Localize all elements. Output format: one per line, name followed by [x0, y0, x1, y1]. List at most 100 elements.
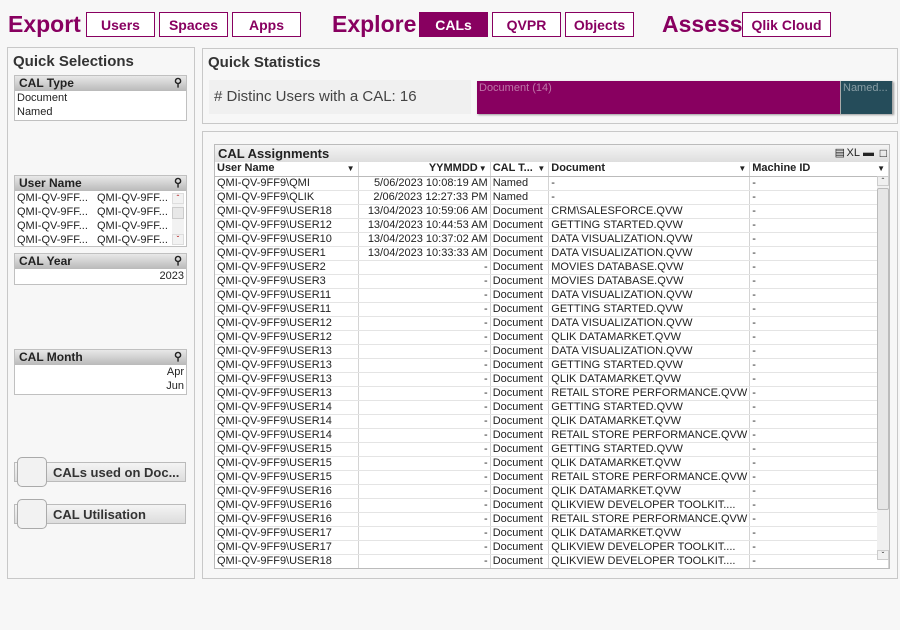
table-cell: Document	[490, 498, 550, 513]
cal-assignments-table: User Name ▼ YYMMDD ▼ CAL T... ▼ Document ▼ Machi…	[215, 162, 889, 568]
explore-cals-button[interactable]: CALs	[419, 12, 488, 37]
bar-segment[interactable]: Named...	[841, 81, 893, 114]
table-row[interactable]: QMI-QV-9FF9\USER13- Document GETTING START…	[215, 358, 889, 373]
scroll-up-icon[interactable]: ˆ	[877, 176, 889, 186]
scroll-down-icon[interactable]: ˇ	[172, 234, 184, 245]
column-header[interactable]: User Name ▼	[215, 162, 359, 177]
cal-year-listbox: CAL Year ⚲ 2023	[14, 253, 187, 285]
table-row[interactable]: QMI-QV-9FF9\USER18- Document QLIKVIEW DEVE…	[215, 554, 889, 568]
xl-export-icon[interactable]: XL	[847, 145, 860, 162]
maximize-icon[interactable]: □	[880, 145, 887, 162]
table-row[interactable]: QMI-QV-9FF9\USER2- Document MOVIES DATABAS…	[215, 260, 889, 275]
list-item[interactable]: QMI-QV-9FF...	[15, 191, 93, 205]
table-row[interactable]: QMI-QV-9FF9\USER18 13/04/2023 10:59:06 AM…	[215, 204, 889, 219]
table-row[interactable]: QMI-QV-9FF9\USER14- Document RETAIL STORE …	[215, 428, 889, 443]
table-row[interactable]: QMI-QV-9FF9\USER11- Document GETTING START…	[215, 302, 889, 317]
dropdown-arrow-icon[interactable]: ▼	[537, 162, 545, 175]
explore-qvpr-button[interactable]: QVPR	[492, 12, 561, 37]
list-item[interactable]: Jun	[15, 379, 186, 393]
table-row[interactable]: QMI-QV-9FF9\USER13- Document RETAIL STORE …	[215, 386, 889, 401]
table-cell: -	[749, 526, 889, 541]
quick-selections-title: Quick Selections	[13, 53, 134, 70]
table-cell: -	[749, 540, 889, 555]
list-item[interactable]: 2023	[15, 269, 186, 283]
table-row[interactable]: QMI-QV-9FF9\USER17- Document QLIK DATAMARK…	[215, 526, 889, 541]
table-row[interactable]: QMI-QV-9FF9\USER1 13/04/2023 10:33:33 AM D…	[215, 246, 889, 261]
column-header[interactable]: YYMMDD ▼	[358, 162, 491, 177]
cal-utilisation-button[interactable]: CAL Utilisation	[14, 499, 186, 529]
table-row[interactable]: QMI-QV-9FF9\USER12- Document QLIK DATAMARK…	[215, 330, 889, 345]
dropdown-arrow-icon[interactable]: ▼	[347, 162, 355, 175]
cal-type-header[interactable]: CAL Type ⚲	[15, 76, 186, 91]
assess-qlik-cloud-button[interactable]: Qlik Cloud	[742, 12, 831, 37]
minimize-icon[interactable]: ▬	[863, 145, 874, 162]
scroll-down-icon[interactable]: ˇ	[877, 550, 889, 560]
search-icon[interactable]: ⚲	[174, 176, 182, 191]
scroll-thumb[interactable]	[172, 207, 184, 219]
list-item[interactable]: QMI-QV-9FF...	[95, 233, 173, 247]
table-cell: -	[358, 512, 491, 527]
table-row[interactable]: QMI-QV-9FF9\USER17- Document QLIKVIEW DEVE…	[215, 540, 889, 555]
list-item[interactable]: QMI-QV-9FF...	[15, 205, 93, 219]
list-item[interactable]: QMI-QV-9FF...	[95, 219, 173, 233]
scroll-thumb[interactable]	[877, 188, 889, 510]
table-row[interactable]: QMI-QV-9FF9\QLIK 2/06/2023 12:27:33 PM Nam…	[215, 190, 889, 205]
bar-segment[interactable]: Document (14)	[477, 81, 841, 114]
table-row[interactable]: QMI-QV-9FF9\USER16- Document QLIK DATAMARK…	[215, 484, 889, 499]
search-icon[interactable]: ⚲	[174, 254, 182, 269]
table-scrollbar[interactable]: ˆ ˇ	[877, 176, 889, 560]
list-item[interactable]: Document	[15, 91, 186, 105]
table-cell: Document	[490, 484, 550, 499]
button-label: CALs used on Doc...	[53, 465, 180, 480]
list-item[interactable]: Named	[15, 105, 186, 119]
cal-month-header[interactable]: CAL Month ⚲	[15, 350, 186, 365]
column-header[interactable]: CAL T... ▼	[490, 162, 550, 177]
table-cell: -	[358, 428, 491, 443]
explore-objects-button[interactable]: Objects	[565, 12, 634, 37]
export-spaces-button[interactable]: Spaces	[159, 12, 228, 37]
list-item[interactable]: QMI-QV-9FF...	[95, 191, 173, 205]
table-cell: RETAIL STORE PERFORMANCE.QVW	[548, 512, 751, 527]
dropdown-arrow-icon[interactable]: ▼	[738, 162, 746, 175]
list-item[interactable]: QMI-QV-9FF...	[15, 233, 93, 247]
table-row[interactable]: QMI-QV-9FF9\QMI 5/06/2023 10:08:19 AM Name…	[215, 176, 889, 191]
table-row[interactable]: QMI-QV-9FF9\USER13- Document QLIK DATAMARK…	[215, 372, 889, 387]
table-cell: QMI-QV-9FF9\USER15	[215, 470, 359, 485]
button-label: CAL Utilisation	[53, 507, 146, 522]
table-cell: GETTING STARTED.QVW	[548, 442, 751, 457]
dropdown-arrow-icon[interactable]: ▼	[877, 162, 885, 175]
table-row[interactable]: QMI-QV-9FF9\USER10 13/04/2023 10:37:02 AM…	[215, 232, 889, 247]
table-row[interactable]: QMI-QV-9FF9\USER14- Document GETTING START…	[215, 400, 889, 415]
list-item[interactable]: QMI-QV-9FF...	[15, 219, 93, 233]
table-row[interactable]: QMI-QV-9FF9\USER16- Document QLIKVIEW DEVE…	[215, 498, 889, 513]
export-apps-button[interactable]: Apps	[232, 12, 301, 37]
table-cell: -	[358, 456, 491, 471]
table-cell: -	[358, 372, 491, 387]
table-row[interactable]: QMI-QV-9FF9\USER12- Document DATA VISUALIZ…	[215, 316, 889, 331]
dropdown-arrow-icon[interactable]: ▼	[479, 162, 487, 175]
export-users-button[interactable]: Users	[86, 12, 155, 37]
scroll-up-icon[interactable]: ˆ	[172, 193, 184, 204]
table-row[interactable]: QMI-QV-9FF9\USER11- Document DATA VISUALIZ…	[215, 288, 889, 303]
user-name-header[interactable]: User Name ⚲	[15, 176, 186, 191]
print-icon[interactable]: ▤	[835, 145, 845, 162]
table-row[interactable]: QMI-QV-9FF9\USER16- Document RETAIL STORE …	[215, 512, 889, 527]
table-row[interactable]: QMI-QV-9FF9\USER15- Document QLIK DATAMARK…	[215, 456, 889, 471]
table-row[interactable]: QMI-QV-9FF9\USER3- Document MOVIES DATABAS…	[215, 274, 889, 289]
table-row[interactable]: QMI-QV-9FF9\USER14- Document QLIK DATAMARK…	[215, 414, 889, 429]
list-item[interactable]: Apr	[15, 365, 186, 379]
search-icon[interactable]: ⚲	[174, 350, 182, 365]
list-item[interactable]: QMI-QV-9FF...	[95, 205, 173, 219]
table-row[interactable]: QMI-QV-9FF9\USER12 13/04/2023 10:44:53 AM…	[215, 218, 889, 233]
table-cell: -	[358, 316, 491, 331]
search-icon[interactable]: ⚲	[174, 76, 182, 91]
column-header[interactable]: Machine ID ▼	[749, 162, 889, 177]
table-cell: -	[749, 344, 889, 359]
cal-year-header[interactable]: CAL Year ⚲	[15, 254, 186, 269]
listbox-scrollbar[interactable]: ˆ ˇ	[172, 193, 184, 245]
table-row[interactable]: QMI-QV-9FF9\USER15- Document GETTING START…	[215, 442, 889, 457]
table-row[interactable]: QMI-QV-9FF9\USER15- Document RETAIL STORE …	[215, 470, 889, 485]
cals-used-on-doc-button[interactable]: CALs used on Doc...	[14, 457, 186, 487]
column-header[interactable]: Document ▼	[548, 162, 751, 177]
table-row[interactable]: QMI-QV-9FF9\USER13- Document DATA VISUALIZ…	[215, 344, 889, 359]
